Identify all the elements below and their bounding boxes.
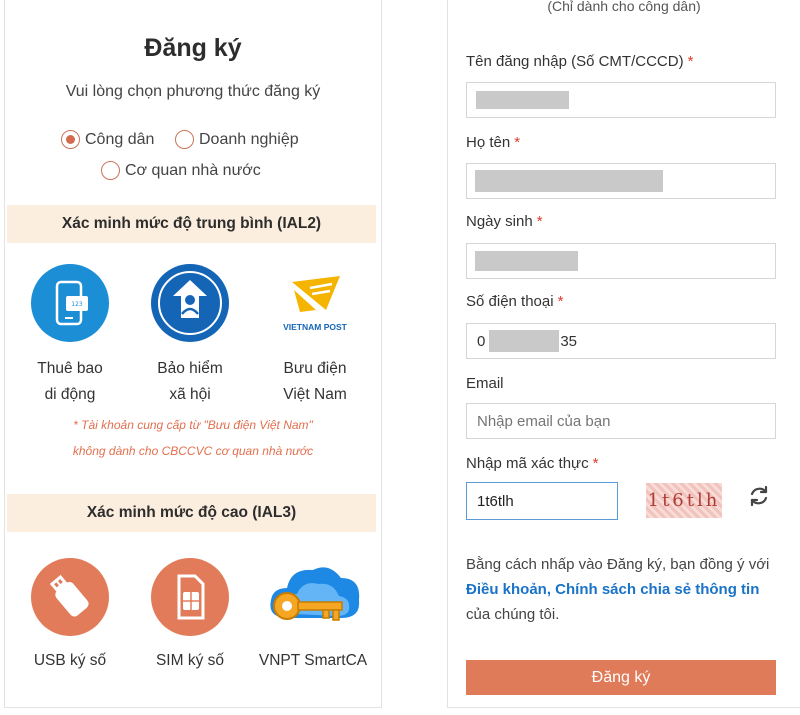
captcha-input[interactable]	[466, 482, 618, 520]
radio-citizen-label: Công dân	[85, 130, 155, 148]
method-label: VNPT SmartCA	[258, 652, 368, 669]
radio-government[interactable]: Cơ quan nhà nước	[101, 161, 261, 180]
captcha-image: 1t6tlh	[646, 483, 722, 518]
redacted-block	[475, 251, 578, 271]
required-mark: *	[536, 213, 543, 230]
dob-label: Ngày sinh *	[466, 213, 543, 230]
phone-input[interactable]: 0 35	[466, 323, 776, 359]
method-social-insurance[interactable]: Bảo hiểm xã hội	[135, 262, 245, 408]
required-mark: *	[514, 134, 521, 151]
redacted-block	[489, 330, 560, 352]
email-input[interactable]	[466, 403, 776, 439]
svg-text:123: 123	[71, 301, 83, 308]
method-label: USB ký số	[33, 652, 107, 669]
mobile-subscription-icon: 123	[31, 264, 109, 342]
email-label: Email	[466, 375, 504, 392]
vnpost-note-line1: * Tài khoản cung cấp từ "Bưu điện Việt N…	[73, 418, 313, 432]
citizen-only-note: (Chỉ dành cho công dân)	[547, 0, 701, 14]
radio-unchecked-icon	[175, 130, 194, 149]
page-title: Đăng ký	[144, 34, 242, 62]
redacted-block	[476, 91, 569, 109]
terms-text: Bằng cách nhấp vào Đăng ký, bạn đồng ý v…	[466, 556, 770, 623]
phone-suffix: 35	[560, 332, 578, 350]
required-mark: *	[592, 455, 599, 472]
radio-government-label: Cơ quan nhà nước	[125, 161, 261, 179]
captcha-label: Nhập mã xác thực *	[466, 455, 599, 472]
method-label: di động	[44, 386, 96, 403]
register-button[interactable]: Đăng ký	[466, 660, 776, 695]
method-sim-card[interactable]: SIM ký số	[135, 556, 245, 674]
username-label: Tên đăng nhập (Số CMT/CCCD) *	[466, 53, 694, 70]
fullname-label: Họ tên *	[466, 134, 521, 151]
method-mobile-subscription[interactable]: 123 Thuê bao di động	[15, 262, 125, 408]
phone-label: Số điện thoại *	[466, 293, 564, 310]
vietnam-post-icon: VIETNAM POST	[283, 276, 348, 332]
social-insurance-icon	[151, 264, 229, 342]
radio-citizen[interactable]: Công dân	[61, 130, 154, 149]
ial2-heading: Xác minh mức độ trung bình (IAL2)	[7, 205, 376, 243]
vietnam-post-logo-text: VIETNAM POST	[283, 322, 348, 332]
terms-link[interactable]: Điều khoản, Chính sách chia sẻ thông tin	[466, 581, 759, 598]
radio-business-label: Doanh nghiệp	[199, 130, 299, 148]
method-label: Thuê bao	[37, 360, 103, 377]
ial3-heading: Xác minh mức độ cao (IAL3)	[7, 494, 376, 532]
smartca-key-icon	[270, 567, 360, 621]
method-vnpt-smartca[interactable]: VNPT SmartCA	[247, 552, 379, 674]
radio-unchecked-icon	[101, 161, 120, 180]
radio-business[interactable]: Doanh nghiệp	[175, 130, 299, 149]
method-label: Bưu điện	[283, 360, 347, 377]
phone-prefix: 0	[477, 332, 486, 350]
required-mark: *	[687, 53, 694, 70]
redacted-block	[475, 170, 663, 192]
method-label: xã hội	[169, 386, 211, 403]
required-mark: *	[557, 293, 564, 310]
registration-method-panel: Đăng ký Vui lòng chọn phương thức đăng k…	[4, 0, 382, 708]
method-label: SIM ký số	[155, 652, 225, 669]
method-usb-token[interactable]: USB ký số	[15, 556, 125, 674]
sim-card-icon	[151, 558, 229, 636]
radio-checked-icon	[61, 130, 80, 149]
method-label: Bảo hiểm	[157, 360, 223, 377]
method-subtitle: Vui lòng chọn phương thức đăng ký	[65, 83, 321, 100]
method-vietnam-post[interactable]: VIETNAM POST Bưu điện Việt Nam	[257, 262, 373, 408]
refresh-icon[interactable]	[747, 484, 771, 508]
usb-token-icon	[31, 558, 109, 636]
vnpost-note-line2: không dành cho CBCCVC cơ quan nhà nước	[72, 444, 314, 458]
method-label: Việt Nam	[283, 386, 347, 403]
registration-form: (Chỉ dành cho công dân) Tên đăng nhập (S…	[447, 0, 800, 708]
